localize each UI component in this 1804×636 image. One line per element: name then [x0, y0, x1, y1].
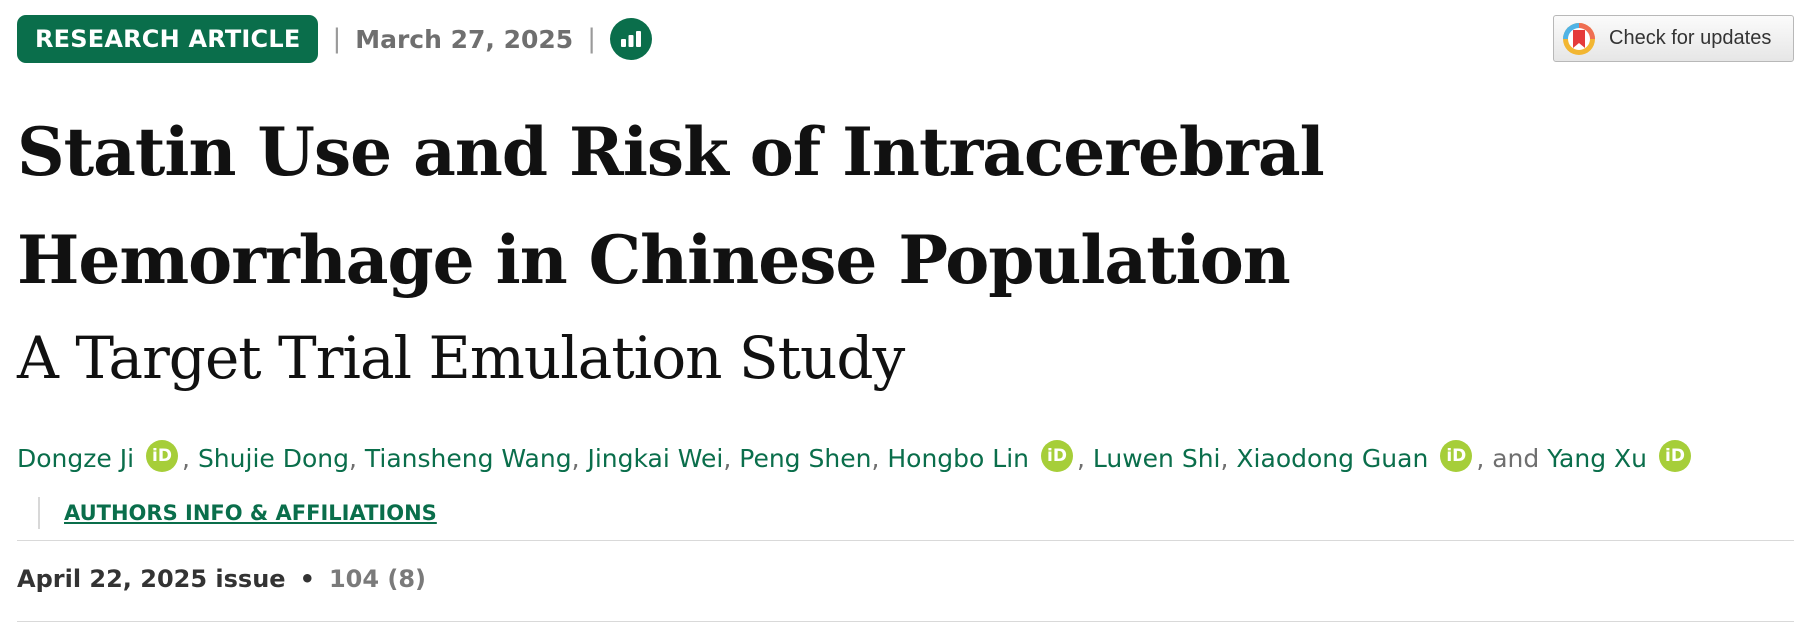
issue-date: April 22, 2025 issue	[17, 565, 286, 593]
volume-issue: 104 (8)	[328, 565, 427, 593]
author-link[interactable]: Hongbo Lin	[887, 444, 1029, 473]
affiliations-toggle: AUTHORS INFO & AFFILIATIONS	[38, 497, 437, 529]
issue-info: April 22, 2025 issue • 104 (8)	[17, 561, 426, 597]
orcid-icon[interactable]: iD	[1440, 440, 1473, 472]
author-link[interactable]: Shujie Dong	[198, 444, 349, 473]
orcid-icon[interactable]: iD	[1040, 440, 1073, 472]
check-for-updates-button[interactable]: Check for updates	[1553, 15, 1794, 62]
article-meta-bar: RESEARCH ARTICLE | March 27, 2025 |	[17, 15, 652, 63]
authors-info-affiliations-link[interactable]: AUTHORS INFO & AFFILIATIONS	[64, 501, 437, 525]
bullet-separator: •	[299, 565, 315, 593]
metrics-button[interactable]	[609, 18, 652, 60]
article-type-badge: RESEARCH ARTICLE	[17, 15, 319, 63]
author-separator: ,	[182, 444, 198, 473]
author-separator: ,	[723, 444, 740, 473]
author-link[interactable]: Jingkai Wei	[587, 444, 723, 473]
orcid-icon[interactable]: iD	[146, 440, 179, 472]
article-title: Statin Use and Risk of Intracerebral Hem…	[17, 113, 1325, 299]
author-link[interactable]: Xiaodong Guan	[1236, 444, 1428, 473]
author-link[interactable]: Yang Xu	[1547, 444, 1647, 473]
author-separator: ,	[871, 444, 888, 473]
article-subtitle: A Target Trial Emulation Study	[17, 324, 905, 392]
author-separator: ,	[1076, 444, 1093, 473]
bar-chart-icon	[620, 31, 641, 47]
author-link[interactable]: Peng Shen	[739, 444, 871, 473]
author-separator: ,	[348, 444, 365, 473]
divider	[17, 621, 1794, 622]
check-for-updates-label: Check for updates	[1609, 27, 1772, 49]
publication-date: March 27, 2025	[355, 24, 574, 54]
meta-separator: |	[587, 24, 596, 54]
author-separator: ,	[571, 444, 588, 473]
divider	[17, 540, 1794, 541]
orcid-icon[interactable]: iD	[1658, 440, 1691, 472]
author-list: Dongze Ji iD, Shujie Dong, Tiansheng Wang…	[17, 437, 1797, 481]
author-link[interactable]: Tiansheng Wang	[365, 444, 572, 473]
crossmark-icon	[1562, 22, 1596, 56]
author-link[interactable]: Dongze Ji	[17, 444, 134, 473]
author-link[interactable]: Luwen Shi	[1093, 444, 1221, 473]
author-separator: , and	[1476, 444, 1548, 473]
author-separator: ,	[1220, 444, 1237, 473]
meta-separator: |	[332, 24, 342, 54]
